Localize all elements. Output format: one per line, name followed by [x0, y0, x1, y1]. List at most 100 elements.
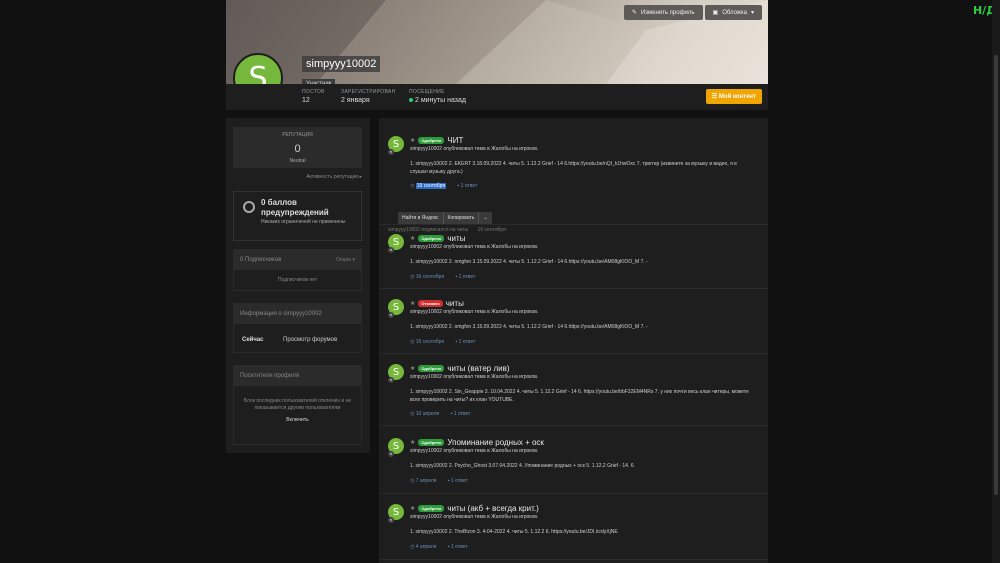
edit-profile-label: Изменить профиль — [640, 9, 695, 16]
item-replies[interactable]: 1 ответ — [459, 274, 476, 280]
info-title: Информация о simpyyy10002 — [234, 304, 361, 324]
item-body: 1. simpyyy10002 2. omgfon 3.15.09.2022 4… — [410, 259, 648, 265]
reputation-label: РЕПУТАЦИЯ — [282, 132, 313, 138]
my-content-label: Мой контент — [718, 94, 756, 100]
divider — [379, 288, 768, 289]
topic-icon: ● — [388, 517, 394, 523]
star-icon: ★ — [410, 440, 416, 446]
item-date[interactable]: 16 сентября — [416, 274, 444, 280]
status-badge: Одобрено — [418, 365, 445, 372]
profile-cover: ✎ Изменить профиль ▣ Обложка ▾ simpyyy10002… — [226, 0, 768, 84]
stat-visit-value: 2 минуты назад — [415, 97, 466, 104]
topic-icon: ● — [388, 312, 394, 318]
item-date[interactable]: 7 апреля — [416, 478, 437, 484]
enable-visitors-button[interactable]: Включить — [234, 417, 361, 423]
item-date[interactable]: 19 сентября — [415, 183, 447, 189]
context-menu: Найти в Яндекс Копировать ⌄ — [398, 212, 492, 224]
stat-posts: ПОСТОВ 12 — [302, 89, 325, 104]
stat-registered: ЗАРЕГИСТРИРОВАН 2 января — [341, 89, 395, 104]
item-replies[interactable]: 1 ответ — [451, 544, 468, 550]
item-meta: ◷ 4 апреля ▪ 1 ответ — [410, 544, 468, 550]
status-badge: Одобрено — [418, 505, 445, 512]
item-meta: ◷ 16 сентября ▪ 1 ответ — [410, 274, 475, 280]
item-sub: simpyyy10002 опубликовал тема в Жалобы н… — [410, 146, 539, 152]
item-sub: simpyyy10002 опубликовал тема в Жалобы н… — [410, 244, 539, 250]
followers-title: 0 Подписчиков — [240, 257, 282, 263]
item-title[interactable]: читы (акб + всегда крит.) — [447, 504, 538, 513]
status-badge: Одобрено — [418, 137, 445, 144]
star-icon: ★ — [410, 506, 416, 512]
item-meta: ◷ 7 апреля ▪ 1 ответ — [410, 478, 468, 484]
star-icon: ★ — [410, 236, 416, 242]
divider — [379, 224, 768, 225]
list-icon: ☰ — [711, 94, 719, 100]
chevron-down-icon: ▾ — [750, 10, 754, 16]
item-title[interactable]: читы — [447, 234, 465, 243]
my-content-button[interactable]: ☰ Мой контент — [705, 89, 762, 104]
item-meta: ◷ 15 сентября ▪ 1 ответ — [410, 339, 475, 345]
divider — [379, 353, 768, 354]
info-key: Сейчас — [242, 337, 264, 343]
follow-text: simpyyy10002 подписался на читы — [388, 227, 469, 233]
stat-visit: ПОСЕЩЕНИЕ 2 минуты назад — [409, 89, 466, 104]
stat-visit-label: ПОСЕЩЕНИЕ — [409, 89, 445, 95]
context-copy[interactable]: Копировать — [444, 212, 480, 224]
followers-card: 0 Подписчиков Опции ▾ Подписчиков нет — [233, 249, 362, 291]
topic-icon: ● — [388, 451, 394, 457]
item-body: 1. simpyyy10002 2. TheBizon 3. 4-04-2022… — [410, 529, 618, 535]
pencil-icon: ✎ — [631, 10, 637, 16]
divider — [379, 559, 768, 560]
item-sub: simpyyy10002 опубликовал тема в Жалобы н… — [410, 514, 539, 520]
profile-sidebar: РЕПУТАЦИЯ 0 Neutral Активность репутации… — [226, 118, 370, 453]
profile-username: simpyyy10002 — [302, 56, 381, 72]
item-title[interactable]: Упоминание родных + оск — [447, 438, 544, 447]
item-date[interactable]: 15 сентября — [416, 339, 444, 345]
item-replies[interactable]: 1 ответ — [454, 411, 471, 417]
divider — [379, 493, 768, 494]
star-icon: ★ — [410, 366, 416, 372]
item-date[interactable]: 4 апреля — [416, 544, 437, 550]
reputation-value: 0 — [294, 143, 301, 155]
item-date[interactable]: 10 апреля — [416, 411, 439, 417]
profile-stats-bar: ПОСТОВ 12 ЗАРЕГИСТРИРОВАН 2 января ПОСЕЩ… — [226, 84, 768, 110]
stat-posts-label: ПОСТОВ — [302, 89, 325, 95]
visitors-title: Посетители профиля — [234, 366, 361, 386]
visitors-text: Блок последних пользователей отключён и … — [243, 398, 352, 411]
profile-page: Н/Д ✎ Изменить профиль ▣ Обложка ▾ simpyyy1… — [0, 0, 1000, 563]
followers-header: 0 Подписчиков Опции ▾ — [234, 250, 361, 270]
reputation-activity-link[interactable]: Активность репутации ▸ — [306, 174, 362, 180]
cover-button[interactable]: ▣ Обложка ▾ — [704, 5, 762, 20]
status-badge: Одобрено — [418, 235, 445, 242]
scrollbar-thumb[interactable] — [994, 55, 998, 495]
warning-circle-icon — [243, 201, 255, 213]
item-title[interactable]: читы (ватер лив) — [447, 364, 509, 373]
followers-options[interactable]: Опции ▾ — [336, 257, 355, 263]
star-icon: ★ — [410, 301, 416, 307]
info-card: Информация о simpyyy10002 Сейчас Просмот… — [233, 303, 362, 353]
item-meta: ◷ 19 сентября ▪ 1 ответ — [410, 183, 477, 189]
scrollbar[interactable] — [992, 0, 1000, 563]
status-badge: Одобрено — [418, 439, 445, 446]
activity-feed: S ● ★ Одобрено ЧИТ simpyyy10002 опублико… — [379, 118, 768, 563]
item-replies[interactable]: 1 ответ — [451, 478, 468, 484]
item-sub: simpyyy10002 опубликовал тема в Жалобы н… — [410, 374, 539, 380]
stat-posts-value: 12 — [302, 97, 310, 104]
item-title[interactable]: читы — [446, 299, 464, 308]
item-title[interactable]: ЧИТ — [447, 136, 463, 145]
followers-empty: Подписчиков нет — [277, 277, 318, 283]
item-sub: simpyyy10002 опубликовал тема в Жалобы н… — [410, 309, 539, 315]
edit-profile-button[interactable]: ✎ Изменить профиль — [623, 5, 703, 20]
chevron-down-icon[interactable]: ⌄ — [479, 212, 491, 224]
item-replies[interactable]: 1 ответ — [459, 339, 476, 345]
reputation-activity-label: Активность репутации — [306, 174, 359, 180]
stat-registered-label: ЗАРЕГИСТРИРОВАН — [341, 89, 396, 95]
clock-icon: ◷ — [410, 183, 416, 189]
context-yandex[interactable]: Найти в Яндекс — [398, 212, 444, 224]
topic-icon: ● — [388, 149, 394, 155]
item-replies[interactable]: 1 ответ — [461, 183, 478, 189]
visitors-card: Посетители профиля Блок последних пользо… — [233, 365, 362, 445]
divider — [379, 425, 768, 426]
online-dot — [409, 98, 413, 103]
star-icon: ★ — [410, 138, 416, 144]
image-icon: ▣ — [712, 10, 719, 16]
